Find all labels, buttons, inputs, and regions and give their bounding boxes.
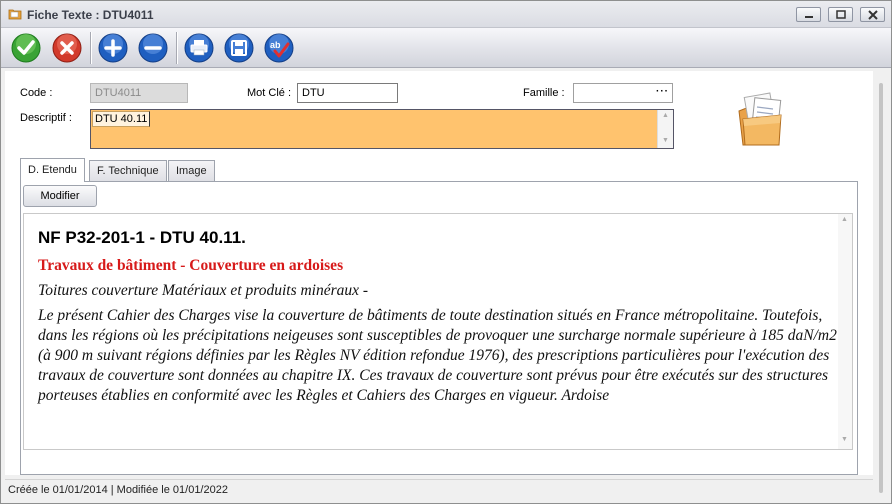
folder-icon [8, 9, 22, 20]
status-bar: Créée le 01/01/2014 | Modifiée le 01/01/… [5, 479, 873, 499]
document-paragraph: Le présent Cahier des Charges vise la co… [38, 307, 837, 404]
form-area: Code : DTU4011 Mot Clé : DTU Famille : ·… [5, 71, 873, 475]
validate-button[interactable] [10, 32, 42, 64]
tab-image[interactable]: Image [168, 160, 215, 181]
save-button[interactable] [223, 32, 255, 64]
print-button[interactable] [183, 32, 215, 64]
famille-field[interactable]: ··· [573, 83, 673, 103]
famille-label: Famille : [523, 87, 565, 99]
x-icon [52, 33, 82, 63]
modify-button[interactable]: Modifier [23, 185, 97, 207]
tab-d-etendu[interactable]: D. Etendu [20, 158, 85, 182]
document-line: Toitures couverture Matériaux et produit… [38, 282, 369, 299]
window-scroll-thumb[interactable] [879, 83, 883, 493]
scroll-down-icon[interactable]: ▼ [841, 436, 848, 443]
code-label: Code : [20, 87, 53, 99]
minus-icon [138, 33, 168, 63]
document-subtitle: Travaux de bâtiment - Couverture en ardo… [38, 257, 344, 274]
spellcheck-icon: ab [264, 33, 294, 63]
toolbar: ab [1, 28, 891, 68]
famille-browse-button[interactable]: ··· [656, 86, 669, 97]
rich-text-scrollbar[interactable]: ▲ ▼ [838, 214, 852, 449]
minimize-button[interactable] [796, 7, 821, 22]
remove-button[interactable] [137, 32, 169, 64]
rich-text-viewer[interactable]: NF P32-201-1 - DTU 40.11. Travaux de bât… [23, 213, 853, 450]
descriptif-scrollbar[interactable]: ▲ ▼ [657, 110, 673, 148]
window-scrollbar[interactable] [874, 69, 890, 503]
status-text: Créée le 01/01/2014 | Modifiée le 01/01/… [8, 484, 228, 496]
documents-folder-icon [738, 92, 782, 146]
fiche-texte-window: Fiche Texte : DTU4011 ab Code: DTU4011 … [0, 0, 892, 504]
title-bar: Fiche Texte : DTU4011 [1, 1, 891, 28]
descriptif-value[interactable]: DTU 40.11 [92, 111, 151, 127]
scroll-down-icon[interactable]: ▼ [662, 137, 669, 144]
toolbar-separator [176, 32, 178, 64]
spellcheck-button[interactable]: ab [263, 32, 295, 64]
descriptif-label: Descriptif : [20, 112, 72, 124]
descriptif-field[interactable]: DTU 40.11 ▲ ▼ [90, 109, 674, 149]
check-icon [11, 33, 41, 63]
svg-text:ab: ab [270, 40, 281, 50]
tab-f-technique[interactable]: F. Technique [89, 160, 167, 181]
close-button[interactable] [860, 7, 885, 22]
plus-icon [98, 33, 128, 63]
close-icon [868, 10, 878, 20]
scroll-up-icon[interactable]: ▲ [662, 112, 669, 119]
toolbar-separator [90, 32, 92, 64]
tab-panel: Modifier NF P32-201-1 - DTU 40.11. Trava… [20, 181, 858, 475]
cancel-button[interactable] [51, 32, 83, 64]
printer-icon [184, 33, 214, 63]
floppy-icon [224, 33, 254, 63]
document-heading: NF P32-201-1 - DTU 40.11. [38, 228, 246, 247]
minimize-icon [805, 16, 813, 18]
scroll-up-icon[interactable]: ▲ [841, 216, 848, 223]
rich-text-content: NF P32-201-1 - DTU 40.11. Travaux de bât… [38, 228, 838, 406]
maximize-button[interactable] [828, 7, 853, 22]
motcle-field[interactable]: DTU [297, 83, 398, 103]
motcle-label: Mot Clé : [247, 87, 292, 99]
code-field[interactable]: DTU4011 [90, 83, 188, 103]
maximize-icon [836, 10, 846, 19]
add-button[interactable] [97, 32, 129, 64]
window-title: Fiche Texte : DTU4011 [27, 8, 154, 22]
